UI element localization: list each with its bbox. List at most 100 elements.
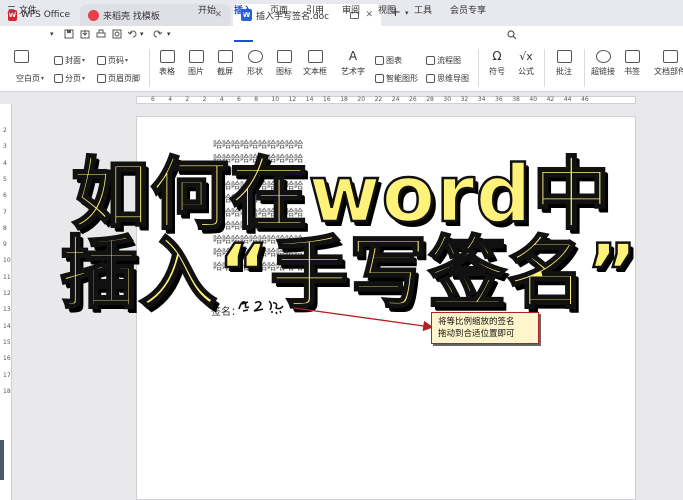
wordart-icon: A bbox=[348, 49, 358, 63]
ruler-number: 44 bbox=[563, 96, 572, 103]
picture-icon bbox=[188, 50, 204, 63]
menu-item-home[interactable]: 开始 bbox=[198, 3, 216, 16]
page-break-button[interactable]: 分页 ▾ bbox=[54, 73, 85, 84]
chart-button[interactable]: 图表 bbox=[375, 55, 402, 66]
ruler-number: 22 bbox=[374, 96, 383, 103]
menu-item-tools[interactable]: 工具 bbox=[414, 3, 432, 16]
preview-icon[interactable] bbox=[112, 29, 122, 39]
file-menu[interactable]: 三 文件 bbox=[7, 3, 37, 16]
search-icon[interactable] bbox=[507, 30, 517, 40]
side-panel-handle[interactable] bbox=[0, 440, 4, 480]
formula-icon: √x bbox=[519, 50, 533, 63]
bookmark-button[interactable]: 书签 bbox=[612, 50, 652, 77]
comment-icon bbox=[556, 50, 572, 63]
ruler-number: 5 bbox=[3, 175, 7, 183]
menu-item-reference[interactable]: 引用 bbox=[306, 3, 324, 16]
chart-icon bbox=[375, 56, 384, 65]
ruler-number: 14 bbox=[3, 322, 11, 330]
flowchart-button[interactable]: 流程图 bbox=[426, 55, 461, 66]
blank-page-icon-button[interactable] bbox=[6, 50, 36, 66]
overlay-title-line-2: 插入“手写签名” bbox=[59, 228, 639, 321]
save-icon[interactable] bbox=[64, 29, 74, 39]
close-icon[interactable]: ✕ bbox=[365, 10, 373, 20]
ruler-number: 2 bbox=[185, 96, 190, 103]
ruler-number: 6 bbox=[237, 96, 241, 103]
chevron-down-icon[interactable]: ▾ bbox=[140, 30, 144, 38]
ruler-number: 16 bbox=[3, 355, 11, 363]
export-icon[interactable] bbox=[80, 29, 90, 39]
ruler-number: 6 bbox=[3, 192, 7, 200]
menu-item-page[interactable]: 页面 bbox=[270, 3, 288, 16]
ruler-number: 2 bbox=[202, 96, 207, 103]
icons-icon bbox=[276, 50, 292, 63]
page-number-icon bbox=[97, 56, 106, 65]
ruler-track[interactable] bbox=[136, 96, 636, 104]
omega-icon: Ω bbox=[492, 49, 502, 63]
formula-button[interactable]: √x 公式 bbox=[506, 50, 546, 77]
ruler-number: 34 bbox=[477, 96, 486, 103]
chevron-down-icon[interactable]: ▾ bbox=[167, 30, 171, 38]
ruler-number: 18 bbox=[3, 387, 11, 395]
chevron-down-icon[interactable]: ▾ bbox=[405, 9, 409, 17]
menu-item-view[interactable]: 视图 bbox=[378, 3, 396, 16]
wordart-button[interactable]: A 艺术字 bbox=[333, 50, 373, 77]
smart-graphic-icon bbox=[375, 74, 384, 83]
doc-parts-button[interactable]: 文档部件 bbox=[650, 50, 683, 77]
table-icon bbox=[159, 50, 175, 63]
textbox-icon bbox=[307, 50, 323, 63]
ruler-number: 12 bbox=[288, 96, 297, 103]
ruler-number: 11 bbox=[3, 273, 11, 281]
callout-line-2: 拖动到合适位置即可 bbox=[438, 329, 515, 339]
mind-map-button[interactable]: 思维导图 bbox=[426, 73, 469, 84]
ruler-number: 14 bbox=[305, 96, 314, 103]
blank-page-icon bbox=[13, 50, 29, 63]
textbox-button[interactable]: 文本框 bbox=[295, 50, 335, 77]
ruler-number: 36 bbox=[495, 96, 503, 103]
blank-page-button[interactable]: 空白页 ▾ bbox=[16, 73, 44, 84]
ruler-number: 13 bbox=[3, 306, 11, 314]
header-footer-button[interactable]: 页眉页脚 bbox=[97, 73, 140, 84]
flowchart-icon bbox=[426, 56, 435, 65]
bookmark-icon bbox=[624, 50, 640, 63]
comment-button[interactable]: 批注 bbox=[544, 50, 584, 77]
ruler-number: 24 bbox=[391, 96, 400, 103]
shape-icon bbox=[247, 50, 263, 63]
ruler-number: 6 bbox=[151, 96, 155, 103]
ruler-number: 15 bbox=[3, 338, 11, 346]
ruler-number: 2 bbox=[3, 127, 7, 134]
ruler-number: 30 bbox=[443, 96, 452, 103]
ruler-number: 12 bbox=[3, 290, 11, 297]
template-logo-icon bbox=[88, 9, 99, 21]
ruler-number: 40 bbox=[529, 96, 538, 103]
ruler-number: 38 bbox=[512, 96, 520, 103]
active-tab-indicator bbox=[234, 40, 253, 42]
ruler-number: 32 bbox=[460, 96, 469, 103]
ruler-number: 4 bbox=[219, 96, 224, 103]
menu-item-member[interactable]: 会员专享 bbox=[450, 3, 486, 16]
ruler-number: 10 bbox=[271, 96, 280, 103]
ruler-number: 18 bbox=[340, 96, 348, 103]
smart-graphic-button[interactable]: 智能图形 bbox=[375, 73, 418, 84]
screenshot-icon bbox=[217, 50, 233, 63]
ruler-number: 26 bbox=[409, 96, 417, 103]
chevron-down-icon[interactable]: ▾ bbox=[50, 30, 54, 38]
ruler-number: 4 bbox=[3, 159, 7, 167]
cover-button[interactable]: 封面 ▾ bbox=[54, 55, 85, 66]
menu-item-review[interactable]: 审阅 bbox=[342, 3, 360, 16]
print-icon[interactable] bbox=[96, 29, 106, 39]
redo-icon[interactable] bbox=[152, 29, 162, 39]
ruler-number: 42 bbox=[546, 96, 555, 103]
menu-item-insert[interactable]: 插入 bbox=[234, 3, 252, 16]
ruler-number: 8 bbox=[3, 224, 7, 232]
header-footer-icon bbox=[97, 74, 106, 83]
page-number-button[interactable]: 页码 ▾ bbox=[97, 55, 128, 66]
ruler-number: 20 bbox=[357, 96, 366, 103]
ruler-number: 16 bbox=[323, 96, 331, 103]
undo-icon[interactable] bbox=[128, 29, 138, 39]
ruler-number: 10 bbox=[3, 257, 11, 265]
cover-icon bbox=[54, 56, 63, 65]
doc-parts-icon bbox=[662, 50, 678, 63]
link-icon bbox=[595, 50, 611, 63]
ruler-number: 4 bbox=[168, 96, 173, 103]
ruler-number: 46 bbox=[581, 96, 589, 103]
